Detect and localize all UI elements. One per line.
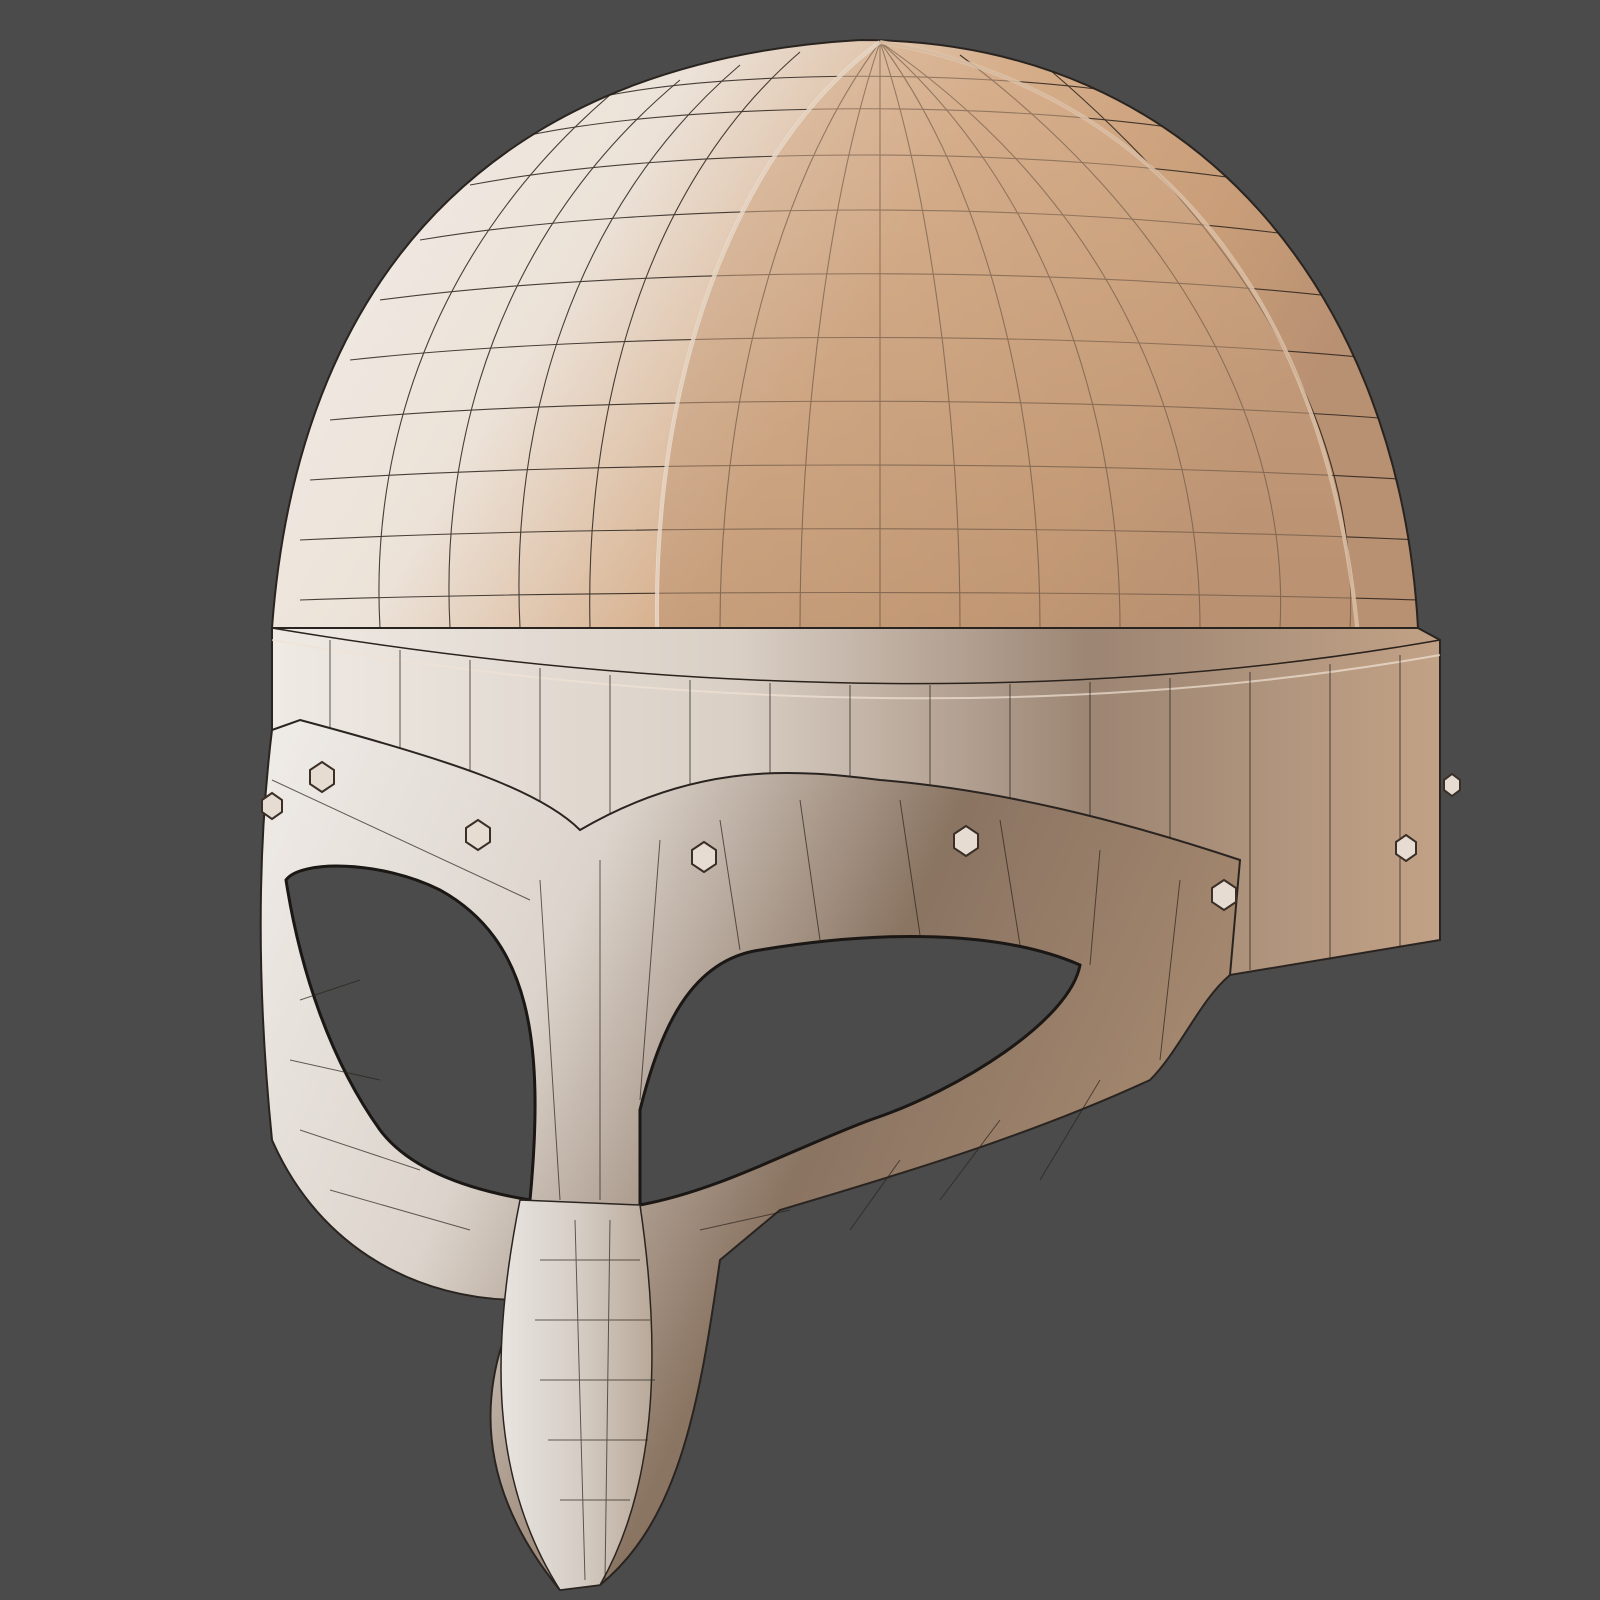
helmet-render	[259, 38, 1461, 1592]
3d-viewport[interactable]	[0, 0, 1600, 1600]
rivet	[691, 840, 717, 874]
rivet	[1211, 878, 1237, 912]
rivet	[309, 760, 335, 794]
helmet-face-guard	[259, 718, 1242, 1592]
rivet	[953, 824, 979, 858]
rivet	[1443, 772, 1461, 798]
rivet	[261, 791, 283, 821]
helmet-dome	[270, 38, 1420, 691]
rivet	[465, 818, 491, 852]
rivet	[1395, 833, 1417, 863]
